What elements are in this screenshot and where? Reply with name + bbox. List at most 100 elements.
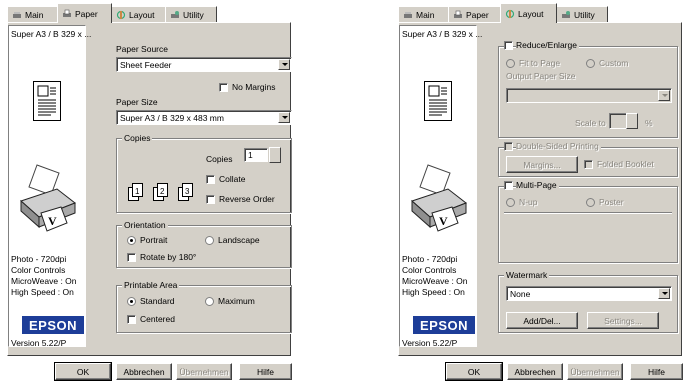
paper-icon: [63, 9, 71, 17]
maximum-label: Maximum: [218, 296, 255, 306]
n-up-radio[interactable]: [506, 198, 515, 207]
portrait-radio[interactable]: [127, 236, 136, 245]
tab-main-label: Main: [416, 9, 435, 20]
standard-label: Standard: [140, 296, 175, 306]
standard-radio[interactable]: [127, 297, 136, 306]
paper-size-select[interactable]: Super A3 / B 329 x 483 mm: [116, 110, 292, 125]
chevron-down-icon[interactable]: [658, 90, 670, 101]
utility-icon: [171, 10, 179, 18]
copies-input[interactable]: 1: [244, 148, 268, 162]
landscape-radio[interactable]: [205, 236, 214, 245]
tab-paper-label: Paper: [466, 9, 489, 20]
portrait-label: Portrait: [140, 235, 168, 245]
reverse-order-checkbox[interactable]: [206, 195, 215, 204]
rotate-checkbox[interactable]: [127, 253, 136, 262]
microweave-info: MicroWeave : On: [402, 276, 468, 286]
rotate-label: Rotate by 180°: [140, 252, 197, 262]
custom-label: Custom: [599, 58, 629, 68]
ok-button[interactable]: OK: [54, 362, 112, 381]
chevron-down-icon[interactable]: [278, 59, 290, 70]
multi-page-divider: [504, 212, 672, 214]
folded-booklet-checkbox[interactable]: [584, 160, 593, 169]
ok-button[interactable]: OK: [445, 362, 503, 381]
custom-radio[interactable]: [586, 59, 595, 68]
color-info: Color Controls: [11, 265, 66, 275]
preview-pane: Super A3 / B 329 x ... V Photo - 720dpi …: [8, 25, 91, 348]
no-margins-checkbox[interactable]: [219, 83, 228, 92]
poster-label: Poster: [599, 197, 624, 207]
main-icon: [404, 11, 412, 18]
tab-layout[interactable]: Layout: [500, 3, 557, 23]
help-button[interactable]: Hilfe: [630, 363, 683, 380]
watermark-select[interactable]: None: [506, 286, 672, 301]
layout-dialog: Main Paper Layout Utility Super A3 / B 3…: [394, 0, 686, 383]
output-paper-size-select[interactable]: [506, 88, 672, 103]
double-sided-checkbox[interactable]: [504, 142, 513, 151]
help-button[interactable]: Hilfe: [239, 363, 292, 380]
centered-label: Centered: [140, 314, 175, 324]
scale-stepper[interactable]: [626, 113, 638, 129]
collate-label: Collate: [219, 174, 246, 184]
paper-size-value: Super A3 / B 329 x 483 mm: [120, 112, 224, 123]
tab-utility-label: Utility: [574, 9, 595, 20]
svg-text:1: 1: [135, 187, 140, 196]
tab-utility[interactable]: Utility: [165, 6, 217, 22]
double-sided-label: Double-Sided Printing: [516, 141, 601, 151]
settings-button[interactable]: Settings...: [587, 312, 659, 329]
printer-icon: V: [411, 164, 468, 232]
tab-utility[interactable]: Utility: [556, 6, 608, 22]
paper-size-label: Paper Size: [116, 97, 158, 107]
scale-input[interactable]: [609, 113, 627, 129]
reduce-enlarge-label: Reduce/Enlarge: [516, 40, 579, 50]
paper-source-select[interactable]: Sheet Feeder: [116, 57, 292, 72]
copies-stepper[interactable]: [269, 147, 281, 163]
chevron-down-icon[interactable]: [658, 288, 670, 299]
tab-main[interactable]: Main: [7, 6, 58, 22]
cancel-button[interactable]: Abbrechen: [116, 363, 172, 380]
orientation-group-title: Orientation: [122, 220, 168, 230]
centered-checkbox[interactable]: [127, 315, 136, 324]
layout-icon: [116, 10, 126, 19]
tab-paper[interactable]: Paper: [448, 6, 501, 22]
landscape-label: Landscape: [218, 235, 260, 245]
multi-page-checkbox[interactable]: [504, 181, 513, 190]
quality-info: Photo - 720dpi: [11, 254, 67, 264]
utility-icon: [562, 10, 570, 18]
svg-text:V: V: [439, 214, 448, 228]
version-label: Version 5.22/P: [402, 338, 458, 348]
reduce-enlarge-checkbox[interactable]: [504, 41, 513, 50]
copies-group-title: Copies: [122, 133, 153, 143]
percent-label: %: [645, 118, 653, 128]
output-paper-size-label: Output Paper Size: [506, 71, 576, 81]
no-margins-label: No Margins: [232, 82, 276, 92]
paper-size-summary: Super A3 / B 329 x ...: [402, 29, 483, 39]
collate-pages-icon: 1 2 3: [128, 183, 193, 201]
fit-to-page-label: Fit to Page: [519, 58, 561, 68]
tab-layout[interactable]: Layout: [111, 6, 166, 22]
add-del-button[interactable]: Add/Del...: [506, 312, 578, 329]
version-label: Version 5.22/P: [11, 338, 67, 348]
margins-button[interactable]: Margins...: [506, 156, 578, 173]
tab-paper-label: Paper: [75, 8, 98, 19]
main-icon: [13, 11, 21, 18]
apply-button[interactable]: Übernehmen: [567, 363, 623, 380]
microweave-info: MicroWeave : On: [11, 276, 77, 286]
cancel-button[interactable]: Abbrechen: [507, 363, 563, 380]
page-preview-icon: [33, 81, 61, 121]
maximum-radio[interactable]: [205, 297, 214, 306]
chevron-down-icon[interactable]: [278, 112, 290, 123]
watermark-group-title: Watermark: [504, 270, 550, 280]
tab-layout-label: Layout: [129, 9, 155, 20]
tab-paper[interactable]: Paper: [57, 3, 112, 23]
apply-button[interactable]: Übernehmen: [176, 363, 232, 380]
poster-radio[interactable]: [586, 198, 595, 207]
fit-to-page-radio[interactable]: [506, 59, 515, 68]
page-preview-icon: [424, 81, 452, 121]
color-info: Color Controls: [402, 265, 457, 275]
preview-pane: Super A3 / B 329 x ... V Photo - 720dpi …: [399, 25, 482, 348]
tab-main[interactable]: Main: [398, 6, 449, 22]
folded-booklet-label: Folded Booklet: [597, 159, 654, 169]
collate-checkbox[interactable]: [206, 175, 215, 184]
reverse-order-label: Reverse Order: [219, 194, 275, 204]
printable-area-group: Printable Area: [116, 280, 292, 333]
